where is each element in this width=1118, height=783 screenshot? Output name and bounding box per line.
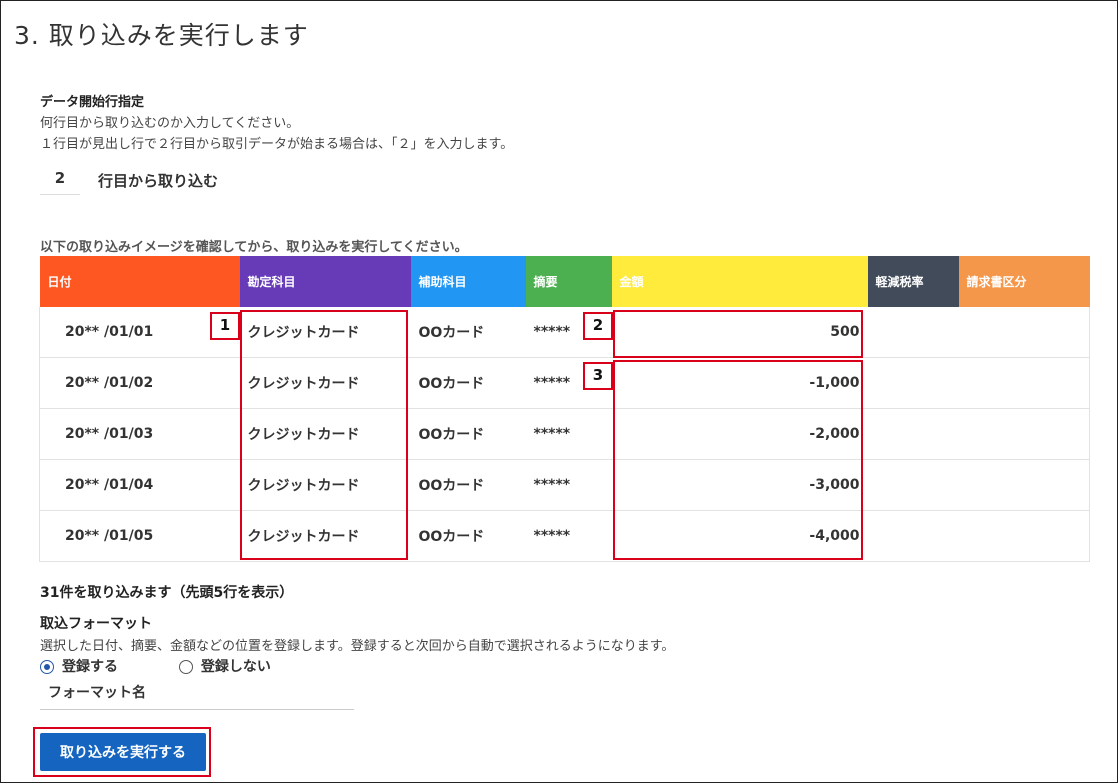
cell-date: 20** /01/03	[39, 408, 240, 460]
cell-date: 20** /01/05	[39, 510, 240, 562]
start-row-heading: データ開始行指定	[40, 95, 145, 110]
cell-reduced-tax	[867, 510, 959, 562]
start-row-suffix: 行目から取り込む	[98, 172, 219, 190]
import-count-text: 31件を取り込みます（先頭5行を表示）	[40, 585, 294, 601]
column-header-memo: 摘要	[525, 256, 612, 307]
table-row: 20** /01/01 クレジットカード OOカード ***** 500	[39, 307, 1090, 358]
cell-memo: *****	[525, 510, 612, 562]
cell-reduced-tax	[867, 408, 959, 460]
column-header-date: 日付	[39, 256, 240, 307]
table-row: 20** /01/05 クレジットカード OOカード ***** -4,000	[39, 510, 1090, 562]
callout-badge-1: 1	[210, 312, 240, 340]
callout-account-column	[240, 310, 408, 560]
cell-invoice-type	[958, 357, 1090, 409]
cell-reduced-tax	[867, 357, 959, 409]
table-row: 20** /01/02 クレジットカード OOカード ***** -1,000	[39, 357, 1090, 409]
cell-reduced-tax	[867, 459, 959, 511]
column-header-invoice-type: 請求書区分	[958, 256, 1090, 307]
cell-invoice-type	[958, 510, 1090, 562]
execute-import-button[interactable]: 取り込みを実行する	[40, 733, 206, 771]
radio-checked-icon	[40, 660, 54, 674]
radio-unchecked-icon	[178, 660, 193, 674]
radio-do-not-register[interactable]: 登録しない	[178, 656, 271, 676]
page-title: 3. 取り込みを実行します	[14, 21, 309, 50]
radio-do-not-register-label: 登録しない	[200, 659, 271, 675]
table-row: 20** /01/03 クレジットカード OOカード ***** -2,000	[39, 408, 1090, 460]
start-row-desc-1: 何行目から取り込むのか入力してください。	[40, 116, 300, 131]
cell-invoice-type	[958, 459, 1090, 511]
radio-register[interactable]: 登録する	[40, 656, 118, 676]
cell-date: 20** /01/04	[39, 459, 240, 511]
start-row-desc-2: １行目が見出し行で２行目から取引データが始まる場合は、「２」を入力します。	[40, 137, 514, 152]
cell-sub-account: OOカード	[410, 408, 526, 460]
column-header-amount: 金額	[611, 256, 868, 307]
cell-date: 20** /01/02	[39, 357, 240, 409]
cell-reduced-tax	[867, 307, 959, 358]
format-name-input[interactable]: フォーマット名	[40, 682, 354, 710]
cell-sub-account: OOカード	[410, 510, 526, 562]
cell-memo: *****	[525, 459, 612, 511]
table-row: 20** /01/04 クレジットカード OOカード ***** -3,000	[39, 459, 1090, 511]
radio-register-label: 登録する	[62, 659, 118, 675]
format-register-options: 登録する 登録しない	[40, 656, 271, 676]
callout-badge-2: 2	[583, 312, 613, 340]
cell-memo: *****	[525, 408, 612, 460]
column-header-reduced-tax: 軽減税率	[867, 256, 959, 307]
start-row-input[interactable]: 2	[40, 164, 80, 195]
cell-sub-account: OOカード	[410, 307, 526, 358]
format-desc: 選択した日付、摘要、金額などの位置を登録します。登録すると次回から自動で選択され…	[40, 639, 675, 654]
cell-sub-account: OOカード	[410, 357, 526, 409]
import-preview-table: 日付 勘定科目 補助科目 摘要 金額 軽減税率 請求書区分 20** /01/0…	[39, 256, 1090, 562]
column-header-sub-account: 補助科目	[410, 256, 526, 307]
table-header-row: 日付 勘定科目 補助科目 摘要 金額 軽減税率 請求書区分	[39, 256, 1090, 307]
column-header-account: 勘定科目	[239, 256, 411, 307]
format-heading: 取込フォーマット	[40, 616, 152, 632]
cell-sub-account: OOカード	[410, 459, 526, 511]
cell-invoice-type	[958, 307, 1090, 358]
callout-negative-amounts	[613, 360, 863, 560]
cell-invoice-type	[958, 408, 1090, 460]
preview-intro: 以下の取り込みイメージを確認してから、取り込みを実行してください。	[40, 240, 468, 255]
callout-badge-3: 3	[583, 362, 613, 390]
callout-positive-amount	[613, 310, 863, 358]
